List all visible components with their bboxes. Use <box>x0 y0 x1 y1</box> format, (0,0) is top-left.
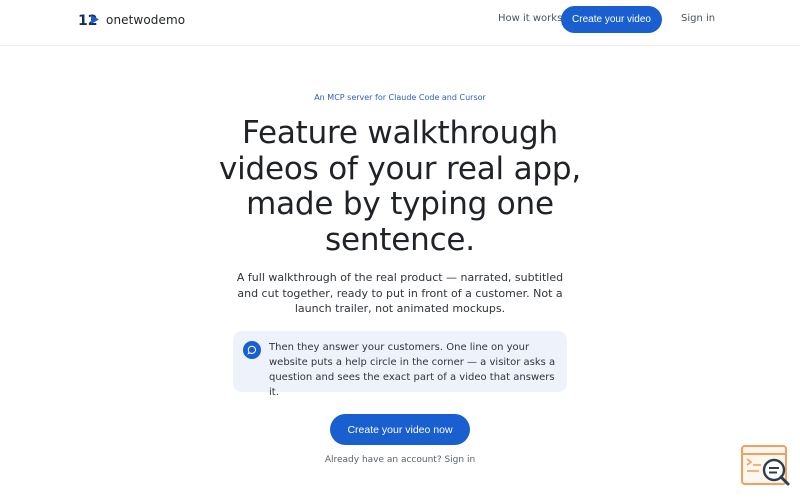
nav-create-video-button[interactable]: Create your video <box>561 6 662 33</box>
chat-bubble-icon <box>243 341 261 359</box>
hero-subtext: A full walkthrough of the real product —… <box>236 271 564 316</box>
play-logo-icon: 12 <box>78 13 99 28</box>
help-search-icon <box>741 445 790 486</box>
brand-name: onetwodemo <box>106 12 186 27</box>
help-widget-button[interactable] <box>741 444 791 488</box>
create-video-now-button[interactable]: Create your video now <box>330 414 470 445</box>
nav-how-it-works[interactable]: How it works <box>498 13 562 24</box>
help-callout: Then they answer your customers. One lin… <box>233 331 567 398</box>
nav-sign-in[interactable]: Sign in <box>681 13 715 24</box>
already-have-account-link[interactable]: Already have an account? Sign in <box>0 455 800 465</box>
hero-eyebrow: An MCP server for Claude Code and Cursor <box>314 93 486 102</box>
header-divider <box>0 45 800 46</box>
callout-text: Then they answer your customers. One lin… <box>269 342 556 398</box>
brand-logo[interactable]: 12 onetwodemo <box>78 11 186 29</box>
site-header: 12 onetwodemo How it works Create your v… <box>0 0 800 40</box>
hero-headline: Feature walkthrough videos of your real … <box>219 115 581 258</box>
